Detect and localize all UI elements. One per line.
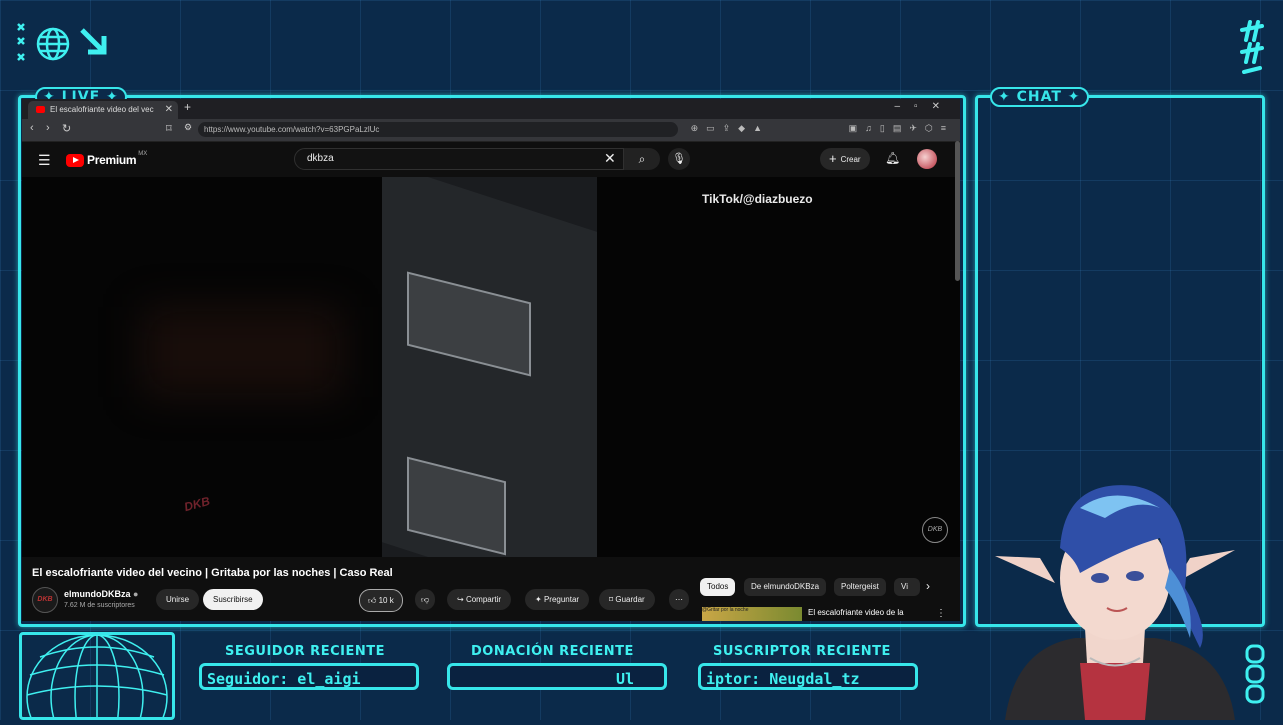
subscribe-button[interactable]: Suscribirse — [203, 589, 263, 610]
browser-tab[interactable]: El escalofriante video del vec ✕ — [28, 101, 178, 119]
dislike-button[interactable]: 👎︎ — [415, 589, 436, 610]
ask-label: Preguntar — [543, 595, 580, 604]
vtuber-avatar — [985, 478, 1245, 720]
menu-icon[interactable]: ☰ — [38, 152, 51, 169]
region-code: MX — [138, 151, 148, 157]
channel-name-text: elmundoDKBza — [64, 589, 131, 599]
channel-subscribers: 7.62 M de suscriptores — [64, 602, 135, 609]
video-building — [382, 177, 597, 557]
recent-donation-title: DONACIÓN RECIENTE — [471, 644, 634, 659]
logo-text: Premium — [87, 153, 137, 167]
recommended-title[interactable]: El escalofriante video de la — [808, 608, 904, 617]
forward-icon[interactable]: › — [46, 122, 50, 134]
recent-subscriber-box: iptor: Neugdal_tz — [698, 663, 918, 690]
video-title: El escalofriante video del vecino | Grit… — [32, 567, 393, 579]
page-scrollbar[interactable] — [955, 141, 960, 281]
bookmark-icon[interactable]: ⌑ — [166, 122, 172, 135]
chip-channel[interactable]: De elmundoDKBza — [744, 578, 827, 596]
video-window — [407, 271, 531, 377]
search-icon: ⌕ — [638, 152, 646, 166]
join-button[interactable]: Unirse — [156, 589, 200, 610]
recent-subscriber-title: SUSCRIPTOR RECIENTE — [713, 644, 891, 659]
reload-icon[interactable]: ↻ — [62, 122, 71, 135]
chip-poltergeist[interactable]: Poltergeist — [834, 578, 886, 596]
youtube-logo[interactable]: Premium MX — [66, 151, 148, 168]
dkbza-watermark: DKB — [182, 493, 212, 515]
chips-next-icon[interactable]: › — [926, 579, 930, 593]
thumbs-down-icon: 👎︎ — [421, 595, 430, 604]
page-actions-icons[interactable]: ⊕▭⇪◆▲ — [691, 123, 770, 134]
top-right-decoration-icon — [1236, 20, 1268, 80]
channel-avatar[interactable]: DKB — [32, 587, 58, 613]
save-label: Guardar — [615, 595, 645, 604]
close-tab-icon[interactable]: ✕ — [165, 101, 173, 119]
thumbs-up-icon: 👍︎ — [368, 596, 377, 605]
rec-thumb-text: @Gritar por la noche — [702, 607, 749, 613]
verified-icon: ● — [133, 589, 139, 599]
chat-label: CHAT — [1016, 89, 1062, 105]
share-label: Compartir — [465, 595, 502, 604]
share-icon: ↪ — [457, 595, 464, 604]
chip-more[interactable]: Vi — [894, 578, 920, 596]
channel-logo — [16, 22, 111, 66]
search-input[interactable]: dkbza — [294, 148, 624, 170]
globe-panel — [19, 632, 175, 725]
video-shadow — [142, 307, 342, 397]
video-player[interactable]: TikTok/@diazbuezo DKB DKB — [22, 177, 960, 557]
mic-icon: 🎙 — [672, 153, 686, 165]
recent-follower-box: Seguidor: el_aigi — [199, 663, 419, 690]
create-label: Crear — [840, 155, 861, 164]
video-watermark: TikTok/@diazbuezo — [702, 192, 813, 206]
url-field[interactable]: https://www.youtube.com/watch?v=63PGPaLz… — [198, 122, 678, 137]
bookmark-save-icon: ⌑ — [609, 595, 614, 604]
site-settings-icon[interactable]: ⚙ — [184, 122, 192, 133]
chip-all[interactable]: Todos — [700, 578, 736, 596]
voice-search-button[interactable]: 🎙 — [668, 148, 690, 170]
search-button[interactable]: ⌕ — [624, 148, 660, 170]
create-button[interactable]: + Crear — [820, 148, 870, 170]
new-tab-icon[interactable]: + — [184, 100, 191, 114]
rec-more-icon[interactable]: ⋮ — [936, 608, 946, 619]
channel-name[interactable]: elmundoDKBza ● — [64, 589, 138, 599]
plus-icon: + — [829, 151, 837, 166]
ask-button[interactable]: ✦ Preguntar — [525, 589, 590, 610]
recent-donation-box: Ul — [447, 663, 667, 690]
address-bar: ‹ › ↻ ⌑ ⚙ https://www.youtube.com/watch?… — [22, 119, 960, 142]
recent-follower-title: SEGUIDOR RECIENTE — [225, 644, 385, 659]
video-window — [407, 456, 506, 556]
youtube-header: ☰ Premium MX dkbza ✕ ⌕ 🎙 + Crear 🔔︎ — [22, 142, 960, 178]
share-button[interactable]: ↪ Compartir — [447, 589, 512, 610]
clear-search-icon[interactable]: ✕ — [604, 150, 616, 167]
sparkle-icon: ✦ — [535, 595, 542, 604]
channel-watermark[interactable]: DKB — [922, 517, 948, 543]
more-icon: ⋯ — [675, 595, 683, 604]
save-button[interactable]: ⌑ Guardar — [599, 589, 655, 610]
recommended-thumbnail[interactable]: @Gritar por la noche — [702, 607, 802, 621]
more-actions-button[interactable]: ⋯ — [669, 589, 689, 610]
notifications-icon[interactable]: 🔔︎ — [885, 151, 900, 165]
tab-bar: El escalofriante video del vec ✕ + –▫✕ — [22, 99, 960, 119]
chat-tag: ✦ CHAT ✦ — [990, 87, 1089, 107]
globe-icon — [26, 634, 168, 725]
youtube-favicon-icon — [36, 106, 45, 113]
tab-title: El escalofriante video del vec — [50, 105, 154, 114]
like-button[interactable]: 👍︎ 10 k — [359, 589, 403, 612]
extensions-icons[interactable]: ▣♫▯▤✈⬡≡ — [849, 123, 954, 134]
like-count: 10 k — [378, 596, 394, 605]
back-icon[interactable]: ‹ — [30, 122, 34, 134]
bottom-right-decoration-icon — [1244, 642, 1268, 713]
window-controls[interactable]: –▫✕ — [895, 101, 955, 112]
user-avatar[interactable] — [917, 149, 937, 169]
youtube-play-icon — [66, 153, 84, 167]
browser-window: El escalofriante video del vec ✕ + –▫✕ ‹… — [22, 99, 960, 621]
